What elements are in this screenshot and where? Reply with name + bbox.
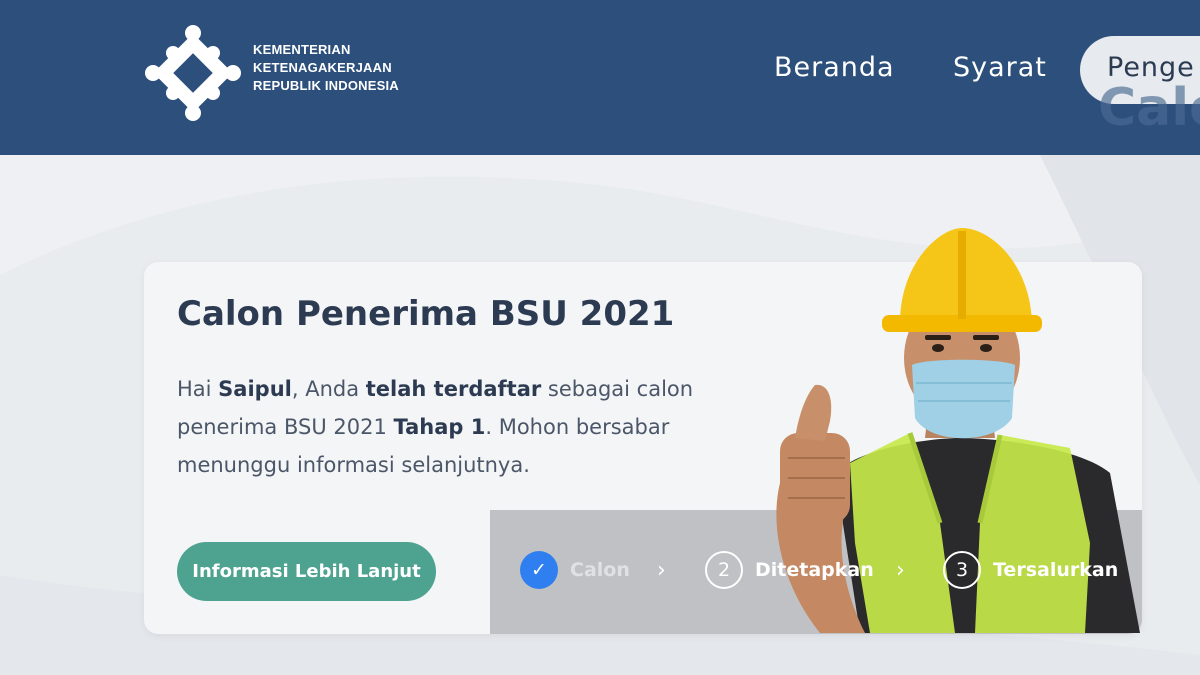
message-part-1: , Anda bbox=[291, 377, 366, 401]
registration-status: telah terdaftar bbox=[365, 377, 542, 401]
check-icon: ✓ bbox=[520, 551, 558, 589]
step-tersalurkan-label: Tersalurkan bbox=[993, 559, 1119, 581]
logo-line-2: KETENAGAKERJAAN bbox=[253, 60, 392, 75]
logo-mark-icon bbox=[145, 25, 241, 121]
nav-beranda[interactable]: Beranda bbox=[774, 52, 895, 83]
ghost-heading-text: Calo bbox=[1098, 78, 1200, 138]
status-message: Hai Saipul, Anda telah terdaftar sebagai… bbox=[177, 370, 737, 484]
step-tersalurkan: 3 Tersalurkan bbox=[943, 551, 1118, 589]
chevron-right-icon: › bbox=[657, 558, 666, 583]
card-title: Calon Penerima BSU 2021 bbox=[177, 294, 675, 334]
more-info-button[interactable]: Informasi Lebih Lanjut bbox=[177, 542, 436, 601]
step-ditetapkan-label: Ditetapkan bbox=[755, 559, 874, 581]
step-ditetapkan: 2 Ditetapkan bbox=[705, 551, 874, 589]
logo-line-3: REPUBLIK INDONESIA bbox=[253, 78, 399, 93]
ministry-logo[interactable]: KEMENTERIAN KETENAGAKERJAAN REPUBLIK IND… bbox=[143, 23, 443, 123]
step-number-2: 2 bbox=[705, 551, 743, 589]
chevron-right-icon: › bbox=[896, 558, 905, 583]
nav-syarat[interactable]: Syarat bbox=[953, 52, 1047, 83]
greeting-text: Hai bbox=[177, 377, 219, 401]
step-number-3: 3 bbox=[943, 551, 981, 589]
top-navbar: KEMENTERIAN KETENAGAKERJAAN REPUBLIK IND… bbox=[0, 0, 1200, 155]
stage-label: Tahap 1 bbox=[393, 415, 486, 439]
worker-thumbs-up-illustration bbox=[776, 228, 1140, 633]
step-calon: ✓ Calon bbox=[520, 551, 630, 589]
logo-text: KEMENTERIAN KETENAGAKERJAAN REPUBLIK IND… bbox=[253, 41, 399, 95]
logo-line-1: KEMENTERIAN bbox=[253, 42, 351, 57]
step-calon-label: Calon bbox=[570, 559, 630, 581]
recipient-name: Saipul bbox=[218, 377, 292, 401]
